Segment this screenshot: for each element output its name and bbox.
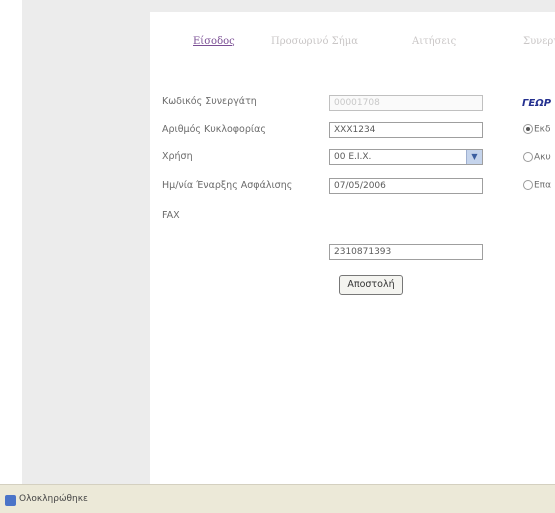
- status-bar: Ολοκληρώθηκε: [0, 484, 555, 513]
- page-done-icon: [5, 495, 16, 506]
- radio-option-3[interactable]: Επα: [523, 180, 551, 191]
- partner-code-field: 00001708: [329, 95, 483, 111]
- section-title: ΓΕΩΡ: [522, 98, 552, 109]
- submit-button[interactable]: Αποστολή: [339, 275, 403, 295]
- fax-label: FAX: [162, 210, 180, 221]
- tab-partner[interactable]: Συνεργ: [523, 36, 555, 47]
- left-sidebar-panel: [22, 0, 150, 484]
- chevron-down-icon[interactable]: ▼: [466, 150, 482, 164]
- usage-select[interactable]: 00 Ε.Ι.Χ. ▼: [329, 149, 483, 165]
- tab-login[interactable]: Είσοδος: [193, 36, 235, 47]
- radio-button[interactable]: [523, 152, 533, 162]
- plate-label: Αριθμός Κυκλοφορίας: [162, 124, 266, 135]
- radio-label: Ακυ: [534, 152, 551, 163]
- partner-code-label: Κωδικός Συνεργάτη: [162, 96, 257, 107]
- status-text: Ολοκληρώθηκε: [19, 494, 88, 504]
- top-band: [150, 0, 555, 12]
- radio-option-1[interactable]: Εκδ: [523, 124, 551, 135]
- radio-option-2[interactable]: Ακυ: [523, 152, 551, 163]
- tab-applications[interactable]: Αιτήσεις: [412, 36, 456, 47]
- usage-select-value: 00 Ε.Ι.Χ.: [334, 152, 372, 162]
- usage-label: Χρήση: [162, 151, 193, 162]
- radio-button[interactable]: [523, 180, 533, 190]
- left-strip: [0, 0, 22, 484]
- radio-label: Επα: [534, 180, 552, 191]
- fax-field[interactable]: 2310871393: [329, 244, 483, 260]
- start-date-label: Ημ/νία Έναρξης Ασφάλισης: [162, 180, 293, 191]
- start-date-field[interactable]: 07/05/2006: [329, 178, 483, 194]
- tab-temporary-sign[interactable]: Προσωρινό Σήμα: [271, 36, 358, 47]
- radio-button[interactable]: [523, 124, 533, 134]
- radio-label: Εκδ: [534, 124, 551, 135]
- plate-field[interactable]: XXX1234: [329, 122, 483, 138]
